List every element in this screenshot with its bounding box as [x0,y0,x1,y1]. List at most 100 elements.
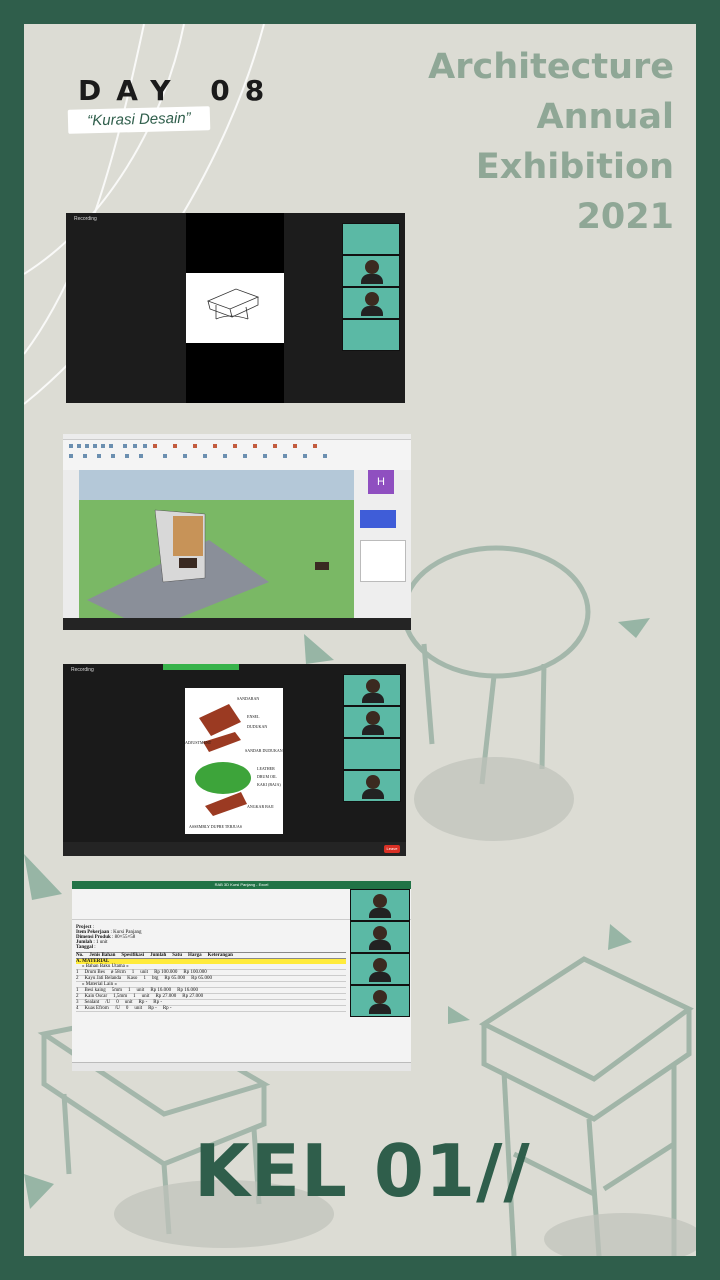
participant-tile [342,287,400,319]
column-header: No. [76,953,84,958]
avatar: H [368,470,394,494]
table-cell: Drum Bes [84,970,105,975]
color-swatch [360,510,396,528]
diagram-label: KAKI (BAJA) [257,782,281,787]
model-view [87,509,329,618]
spreadsheet-screenshot: RAB 3D Kursi Panjang - Excel Project : I… [72,881,411,1071]
table-cell: Rp - [153,1000,162,1005]
table-cell: Rp 27.000 [155,994,177,999]
diagram-label: ASSEMBLY DUPRE TERJUAS [189,824,242,829]
diagram-label: ANGKAR BAJI [247,804,274,809]
diagram-label: ENSEL [247,714,260,719]
column-header: Spesifikasi [121,953,145,958]
avatar [369,908,391,918]
table-cell: 4 [76,1006,79,1011]
table-cell: unit [141,994,150,999]
sketchup-screenshot: H [63,434,411,630]
cell: 80×55×58 [114,935,136,940]
participant-tile [350,985,410,1017]
cell: : [112,935,114,940]
subtitle-pill: “Kurasi Desain” [67,106,211,134]
diagram-label: LEATHER [257,766,275,771]
table-row: 4 Kuas Efrom/U 0 unit Rp - Rp - [76,1006,346,1012]
table-cell: 1 [133,994,136,999]
table-cell: unit [124,1000,133,1005]
avatar [366,679,380,693]
sheet-area: Project : Item Pekerjaan : Kursi Panjang… [76,925,346,1012]
table-cell: Kayu Jati Belanda [84,976,122,981]
table-cell: » Material Lain « [82,982,117,987]
table-cell: 2 [76,994,79,999]
table-cell: 1 [131,970,135,975]
participant-tile [343,674,401,706]
event-title-line: Exhibition [475,147,674,187]
participant-tile [350,921,410,953]
event-title-line: Architecture [428,47,674,87]
event-title-line: 2021 [576,197,674,237]
table-cell: » Bahan Baku Utama « [82,964,129,969]
table-cell: Sealant [84,1000,100,1005]
table-cell: Rp 65.000 [164,976,186,981]
window-title-bar: RAB 3D Kursi Panjang - Excel [72,881,411,889]
table-cell: 1 [143,976,146,981]
toolbar-icons [69,444,327,458]
table-cell: 0 [125,1006,129,1011]
participant-tile [342,255,400,287]
recording-label: Recording [74,216,97,222]
table-cell: Rp - [138,1000,148,1005]
table-cell: Rp - [148,1006,157,1011]
column-header: Jenis Bahan [89,953,116,958]
participant-tile [342,223,400,255]
participant-tile [350,953,410,985]
table-cell: 1,5mm [113,994,128,999]
table-cell: unit [134,1006,143,1011]
diagram-label: SANDAR DUDUKAN [245,748,283,753]
table-cell: Kaso [127,976,138,981]
table-cell: Rp 100.000 [183,970,207,975]
header-row: Tanggal : [76,945,346,950]
participant-tile [343,706,401,738]
table-cell: /U [105,1000,111,1005]
side-toolbar [63,470,79,618]
meeting-toolbar: Leave [63,842,406,856]
recording-label: Recording [71,667,94,673]
diagram-label: SANDARAN [237,696,260,701]
column-header: Harga [188,953,202,958]
toolbar [63,440,411,470]
poster: DAY 08 “Kurasi Desain” Architecture Annu… [24,24,696,1256]
table-cell: 1 [76,988,79,993]
table-cell: 2 [76,976,79,981]
table-cell: Besi kaing [84,988,106,993]
group-label: KEL 01// [194,1129,531,1213]
table-cell: Rp 65.000 [191,976,213,981]
layers-list [360,540,406,582]
meeting-screenshot-2: Recording SANDARAN ENSEL DUDUKAN ADJUSTM… [63,664,406,856]
table-cell: /U [114,1006,120,1011]
tray-panel: H [354,470,411,618]
participant-tile [343,770,401,802]
avatar [369,972,391,982]
avatar [373,926,387,940]
table-cell: Rp 16.000 [150,988,172,993]
table-cell: Kuas Efrom [84,1006,109,1011]
leave-button[interactable]: Leave [384,845,400,853]
avatar [369,1004,391,1014]
column-headers: No. Jenis Bahan Spesifikasi Jumlah Satu … [76,952,346,959]
chair-exploded-icon [195,704,251,816]
table-cell: ø 58cm [110,970,126,975]
avatar [369,940,391,950]
exploded-diagram: SANDARAN ENSEL DUDUKAN ADJUSTMENT SANDAR… [185,688,283,834]
cell: Tanggal [76,945,94,950]
avatar [373,894,387,908]
sharing-banner [163,664,239,670]
participant-tile [343,738,401,770]
participant-tile [350,889,410,921]
meeting-toolbar [63,618,411,630]
table-cell: 5mm [111,988,123,993]
diagram-label: ADJUSTMENT [185,740,212,745]
table-cell: 1 [76,970,79,975]
day-label: DAY 08 [78,74,280,107]
avatar [365,260,379,274]
table-cell: Rp 16.000 [177,988,198,993]
avatar [361,306,383,316]
